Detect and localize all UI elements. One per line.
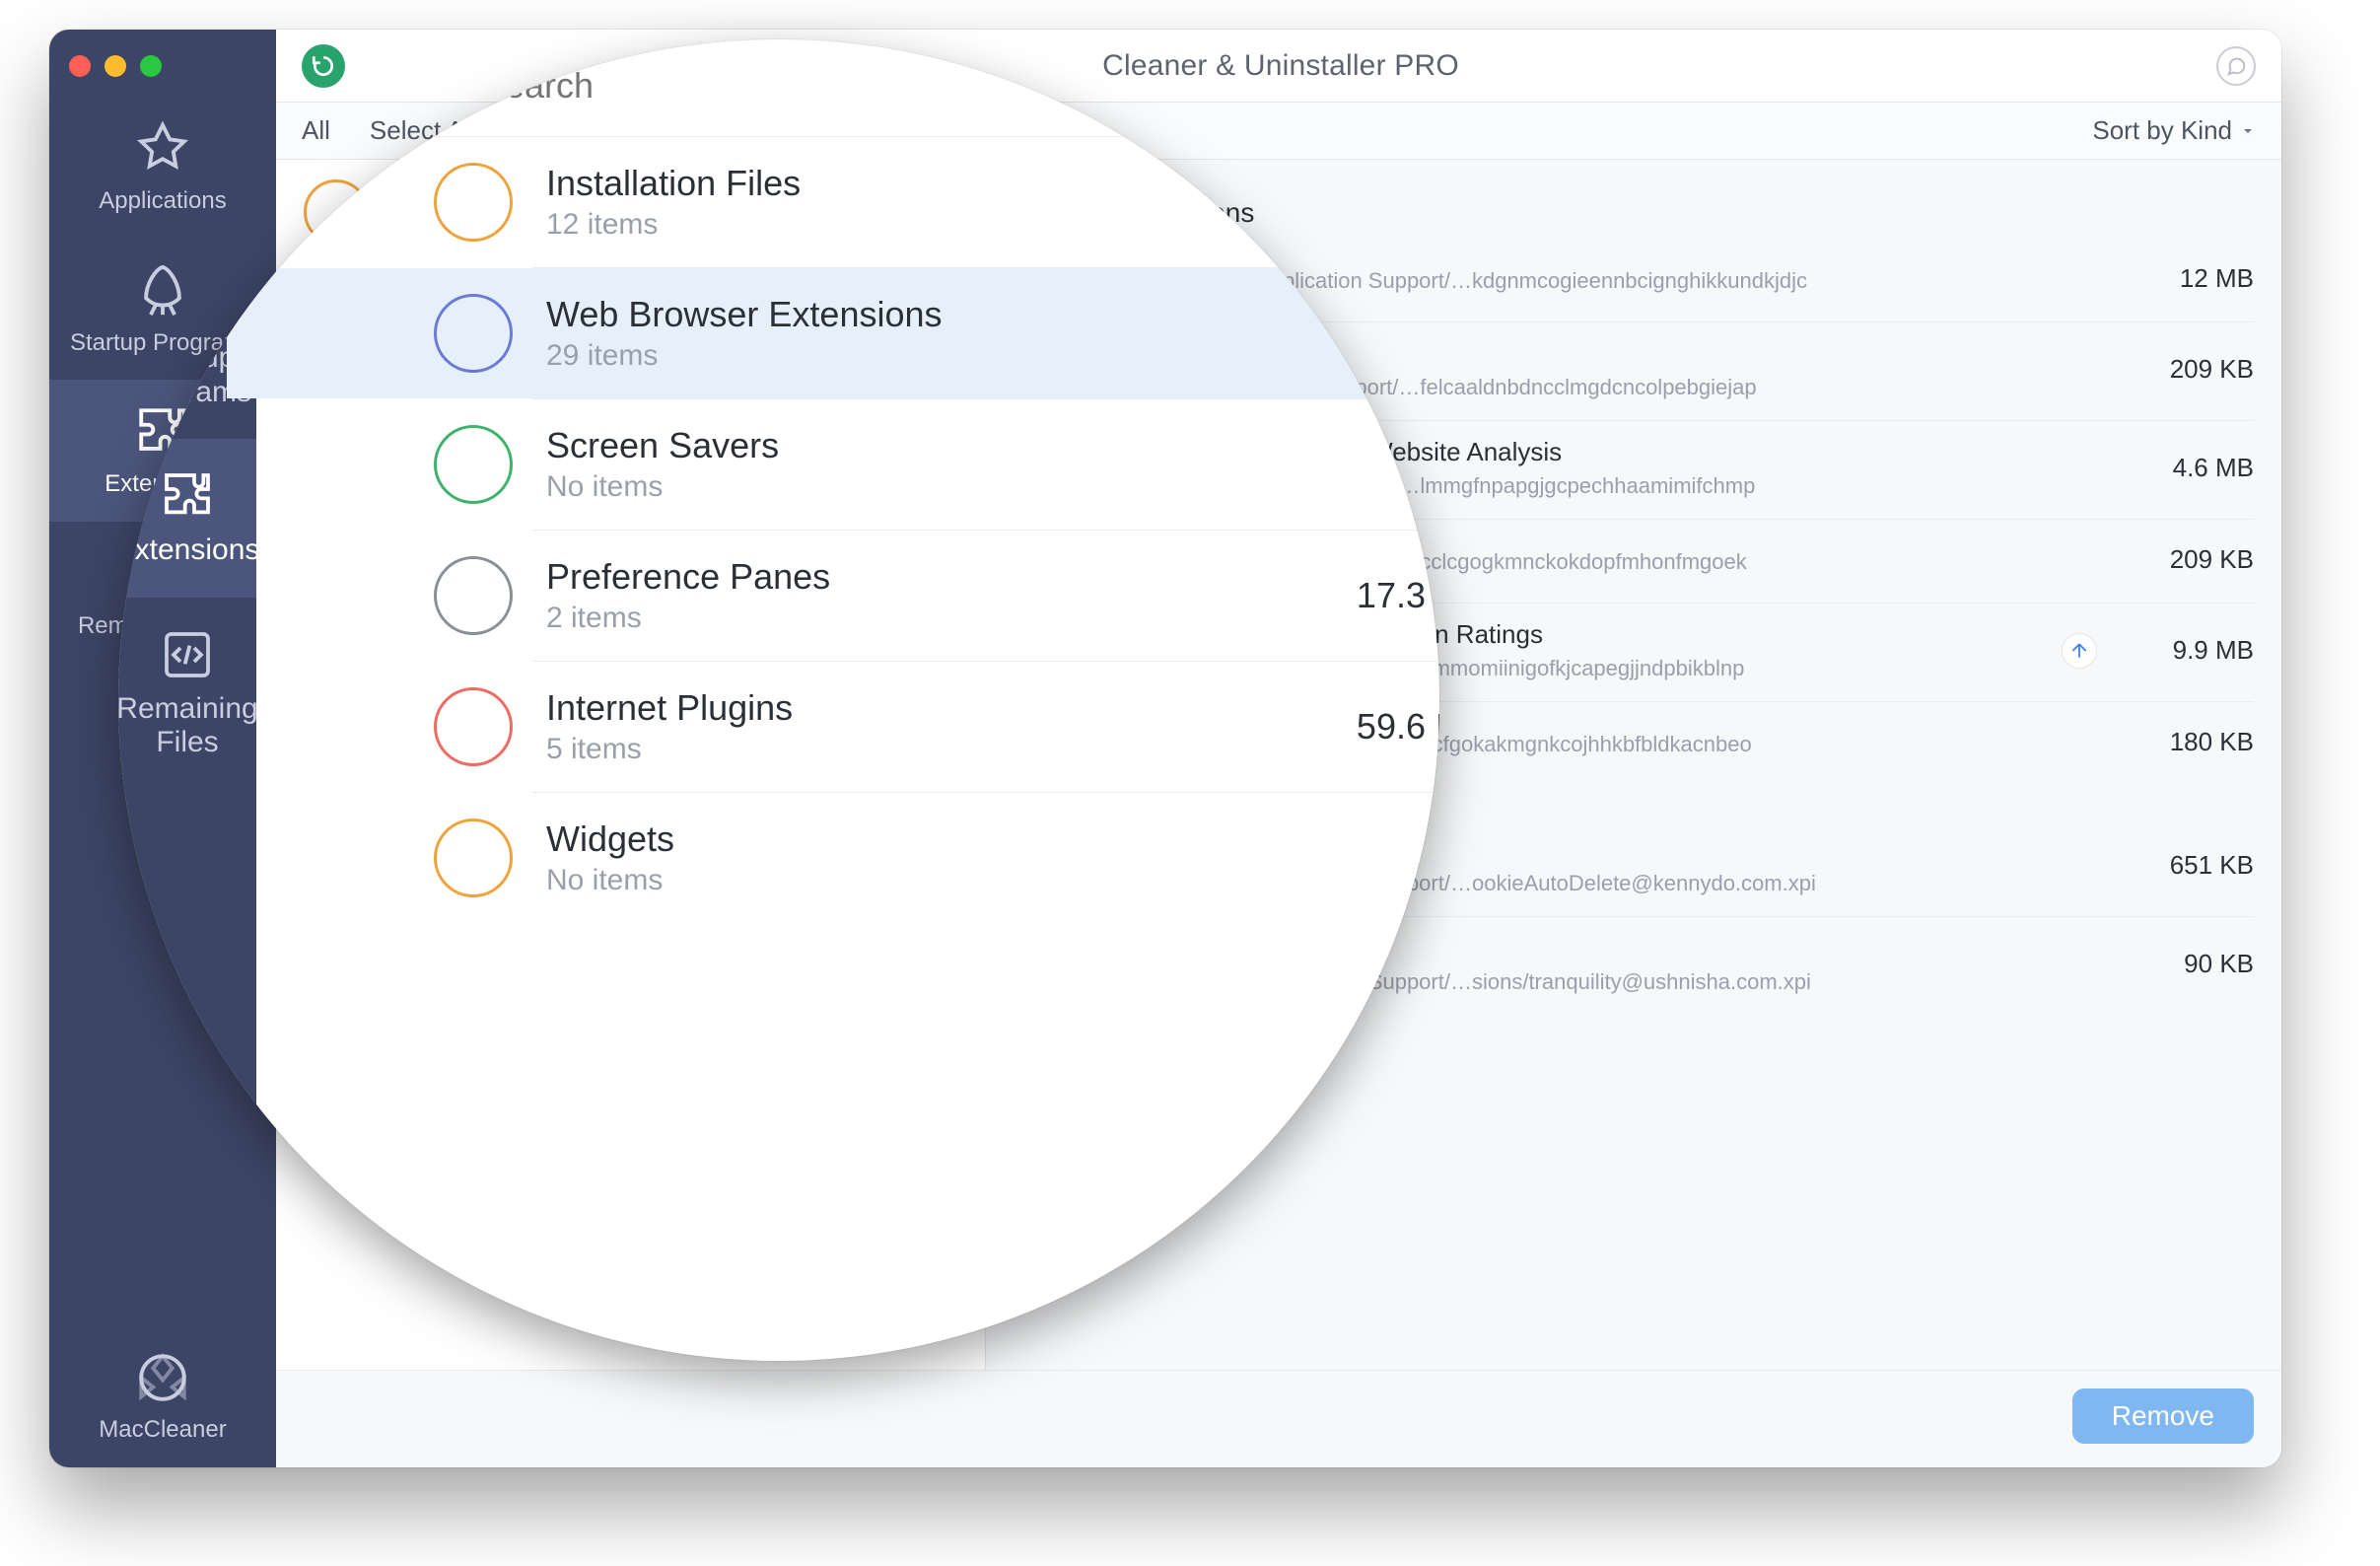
remove-button[interactable]: Remove bbox=[2072, 1388, 2254, 1444]
category-row[interactable]: Web Browser Extensions 29 items 234.2 bbox=[227, 268, 1439, 398]
extension-size: 12 MB bbox=[2116, 263, 2254, 294]
rocket-icon bbox=[160, 276, 215, 331]
chevron-down-icon bbox=[2240, 123, 2256, 139]
category-icon bbox=[434, 163, 513, 242]
search-icon bbox=[434, 70, 465, 102]
search-row bbox=[227, 39, 1439, 137]
puzzle-icon bbox=[160, 468, 215, 524]
share-button[interactable] bbox=[2063, 634, 2096, 668]
extension-size: 9.9 MB bbox=[2116, 635, 2254, 666]
category-row[interactable]: WidgetsNo items-- bbox=[227, 793, 1439, 923]
category-size: 59.6 MB bbox=[1357, 706, 1439, 747]
category-icon bbox=[434, 556, 513, 635]
code-file-icon bbox=[160, 627, 215, 682]
close-window-button[interactable] bbox=[69, 55, 91, 77]
category-size: 234.2 bbox=[1400, 313, 1439, 354]
lens-content: Installation Files 12 items Web Browser Ex… bbox=[227, 39, 1439, 923]
category-row[interactable]: Preference Panes 2 items 17.3 MB bbox=[227, 531, 1439, 661]
category-row[interactable]: Installation Files 12 items bbox=[227, 137, 1439, 267]
extension-size: 209 KB bbox=[2116, 354, 2254, 385]
category-icon bbox=[434, 425, 513, 504]
category-sub: 2 items bbox=[546, 602, 1323, 635]
category-sub: No items bbox=[546, 864, 1432, 897]
category-row[interactable]: Screen SaversNo items-- bbox=[227, 399, 1439, 530]
category-size: 17.3 MB bbox=[1357, 575, 1439, 616]
feedback-button[interactable] bbox=[2216, 46, 2256, 86]
category-sub: 12 items bbox=[546, 208, 1439, 242]
extension-size: 651 KB bbox=[2116, 850, 2254, 881]
category-sub: 5 items bbox=[546, 733, 1323, 766]
extension-size: 180 KB bbox=[2116, 727, 2254, 757]
share-icon bbox=[2069, 641, 2089, 661]
category-icon bbox=[434, 294, 513, 373]
zoom-lens: Startup Programs Extensions Remaining Fi… bbox=[118, 39, 1439, 1361]
category-name: Internet Plugins bbox=[546, 687, 1323, 729]
category-row[interactable]: Internet Plugins 5 items 59.6 MB bbox=[227, 662, 1439, 792]
extension-size: 4.6 MB bbox=[2116, 453, 2254, 483]
chat-icon bbox=[2225, 55, 2247, 77]
footer: Remove bbox=[276, 1370, 2281, 1467]
category-icon bbox=[434, 819, 513, 897]
category-icon bbox=[434, 687, 513, 766]
category-sub: 29 items bbox=[546, 339, 1366, 373]
extension-size: 209 KB bbox=[2116, 544, 2254, 575]
category-name: Preference Panes bbox=[546, 556, 1323, 598]
category-name: Screen Savers bbox=[546, 425, 1432, 466]
category-name: Widgets bbox=[546, 819, 1432, 860]
extension-size: 90 KB bbox=[2116, 949, 2254, 979]
sort-button[interactable]: Sort by Kind bbox=[2092, 115, 2256, 146]
category-name: Web Browser Extensions bbox=[546, 294, 1366, 335]
category-sub: No items bbox=[546, 470, 1432, 504]
nav-label: MacCleaner bbox=[99, 1416, 226, 1444]
search-input[interactable] bbox=[481, 65, 875, 107]
sort-label: Sort by Kind bbox=[2092, 115, 2232, 146]
category-name: Installation Files bbox=[546, 163, 1439, 204]
